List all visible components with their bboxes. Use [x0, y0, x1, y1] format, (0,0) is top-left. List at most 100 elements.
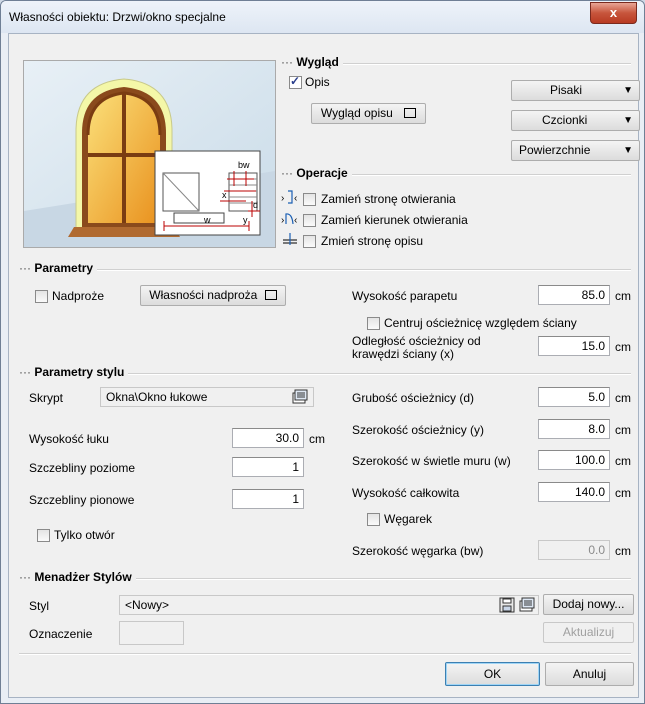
dodaj-nowy-button[interactable]: Dodaj nowy... — [543, 594, 634, 615]
browse-style-icon[interactable] — [519, 597, 536, 613]
unit-label: cm — [615, 544, 631, 558]
powierzchnie-dropdown-button[interactable]: Powierzchnie ▼ — [511, 140, 640, 161]
unit-label: cm — [615, 289, 631, 303]
unit-label: cm — [309, 432, 325, 446]
styl-field[interactable]: <Nowy> — [119, 595, 539, 615]
szerokosc-osciezn-label: Szerokość ościeżnicy (y) — [352, 423, 485, 437]
nadproze-label: Nadproże — [52, 289, 105, 303]
window-preview-image: bw x d w y — [23, 60, 276, 248]
wegarek-checkbox[interactable] — [367, 513, 380, 526]
unit-label: cm — [615, 391, 631, 405]
wysokosc-calkowita-label: Wysokość całkowita — [352, 486, 460, 500]
szerokosc-wegarka-label: Szerokość węgarka (bw) — [352, 544, 484, 558]
grubosc-input[interactable]: 5.0 — [538, 387, 610, 407]
tylko-otwor-label: Tylko otwór — [54, 528, 115, 542]
chevron-down-icon: ▼ — [623, 145, 633, 156]
menadzer-section-title: ··· Menadżer Stylów — [19, 570, 136, 584]
parametry-section-title: ··· Parametry — [19, 261, 98, 275]
dim-y-label: y — [243, 215, 248, 225]
parametry-title-text: Parametry — [34, 261, 94, 275]
dialog-window: Własności obiektu: Drzwi/okno specjalne … — [0, 0, 645, 704]
centruj-label: Centruj ościeżnicę względem ściany — [384, 316, 577, 330]
wysokosc-luku-input[interactable]: 30.0 — [232, 428, 304, 448]
unit-label: cm — [615, 486, 631, 500]
anuluj-button[interactable]: Anuluj — [545, 662, 634, 686]
tylko-otwor-checkbox[interactable] — [37, 529, 50, 542]
menadzer-title-text: Menadżer Stylów — [34, 570, 132, 584]
szerokosc-swiatlo-label: Szerokość w świetle muru (w) — [352, 454, 511, 468]
styl-label: Styl — [29, 599, 50, 613]
centruj-checkbox[interactable] — [367, 317, 380, 330]
opis-checkbox[interactable] — [289, 74, 302, 89]
oznaczenie-field[interactable] — [119, 621, 184, 645]
operacje-title-text: Operacje — [296, 166, 348, 180]
chevron-down-icon: ▼ — [623, 85, 633, 96]
oznaczenie-label: Oznaczenie — [29, 627, 93, 641]
svg-text:›: › — [281, 215, 284, 226]
dialog-client-area: bw x d w y ··· Wygląd Opis Wygląd opisu … — [8, 33, 640, 698]
footer-separator — [19, 653, 631, 655]
title-bar[interactable]: Własności obiektu: Drzwi/okno specjalne … — [1, 1, 644, 33]
powierzchnie-label: Powierzchnie — [519, 143, 591, 157]
zamien-strone-label: Zamień stronę otwierania — [321, 192, 456, 206]
wysokosc-luku-label: Wysokość łuku — [29, 432, 109, 446]
chevron-down-icon: ▼ — [623, 115, 633, 126]
wysokosc-calkowita-input[interactable]: 140.0 — [538, 482, 610, 502]
zmien-strone-opisu-label: Zmień stronę opisu — [321, 234, 424, 248]
wyglad-title-text: Wygląd — [296, 55, 339, 69]
odleglosc-label-line1: Odległość ościeżnicy od — [352, 334, 481, 348]
aktualizuj-button[interactable]: Aktualizuj — [543, 622, 634, 643]
skrypt-field[interactable]: Okna\Okno łukowe — [100, 387, 314, 407]
ok-button[interactable]: OK — [445, 662, 540, 686]
change-description-side-icon — [283, 233, 297, 245]
svg-text:‹: ‹ — [294, 215, 297, 226]
browse-script-icon[interactable] — [292, 389, 309, 405]
dim-bw-label: bw — [238, 160, 250, 170]
skrypt-label: Skrypt — [29, 391, 64, 405]
szerokosc-osciezn-input[interactable]: 8.0 — [538, 419, 610, 439]
close-button[interactable]: x — [590, 2, 637, 24]
swap-opening-side-icon: › ‹ — [281, 190, 297, 204]
odleglosc-input[interactable]: 15.0 — [538, 336, 610, 356]
unit-label: cm — [615, 423, 631, 437]
dim-w-label: w — [203, 215, 211, 225]
wegarek-label: Węgarek — [384, 512, 433, 526]
odleglosc-label-line2: krawędzi ściany (x) — [352, 347, 455, 361]
parametry-stylu-section-title: ··· Parametry stylu — [19, 365, 129, 379]
wysokosc-parapetu-input[interactable]: 85.0 — [538, 285, 610, 305]
szerokosc-swiatlo-input[interactable]: 100.0 — [538, 450, 610, 470]
szczebliny-pionowe-label: Szczebliny pionowe — [29, 493, 135, 507]
wlasnosci-nadproza-label: Własności nadproża — [149, 288, 258, 302]
external-dialog-icon — [264, 290, 277, 300]
wyglad-opisu-button[interactable]: Wygląd opisu — [311, 103, 426, 124]
wysokosc-parapetu-label: Wysokość parapetu — [352, 289, 458, 303]
parametry-stylu-title-text: Parametry stylu — [34, 365, 125, 379]
czcionki-dropdown-button[interactable]: Czcionki ▼ — [511, 110, 640, 131]
szczebliny-pionowe-input[interactable]: 1 — [232, 489, 304, 509]
zamien-strone-checkbox[interactable] — [303, 193, 316, 206]
dim-d-label: d — [253, 200, 258, 210]
external-dialog-icon — [404, 108, 417, 118]
szczebliny-poziome-input[interactable]: 1 — [232, 457, 304, 477]
zamien-kierunek-checkbox[interactable] — [303, 214, 316, 227]
zmien-strone-opisu-checkbox[interactable] — [303, 235, 316, 248]
save-style-icon[interactable] — [499, 597, 516, 613]
nadproze-checkbox[interactable] — [35, 290, 48, 303]
pisaki-label: Pisaki — [550, 83, 583, 97]
czcionki-label: Czcionki — [542, 113, 588, 127]
unit-label: cm — [615, 454, 631, 468]
window-illustration: bw x d w y — [24, 61, 275, 247]
unit-label: cm — [615, 340, 631, 354]
pisaki-dropdown-button[interactable]: Pisaki ▼ — [511, 80, 640, 101]
swap-opening-direction-icon: › ‹ — [281, 213, 297, 226]
grubosc-label: Grubość ościeżnicy (d) — [352, 391, 475, 405]
svg-text:‹: ‹ — [294, 193, 297, 204]
wyglad-section-title: ··· Wygląd — [281, 55, 343, 69]
wyglad-opisu-label: Wygląd opisu — [320, 106, 393, 120]
wlasnosci-nadproza-button[interactable]: Własności nadproża — [140, 285, 286, 306]
zamien-kierunek-label: Zamień kierunek otwierania — [321, 213, 468, 227]
szerokosc-wegarka-input[interactable]: 0.0 — [538, 540, 610, 560]
parametry-separator — [19, 269, 631, 271]
svg-text:›: › — [281, 193, 284, 204]
dim-x-label: x — [222, 190, 227, 200]
